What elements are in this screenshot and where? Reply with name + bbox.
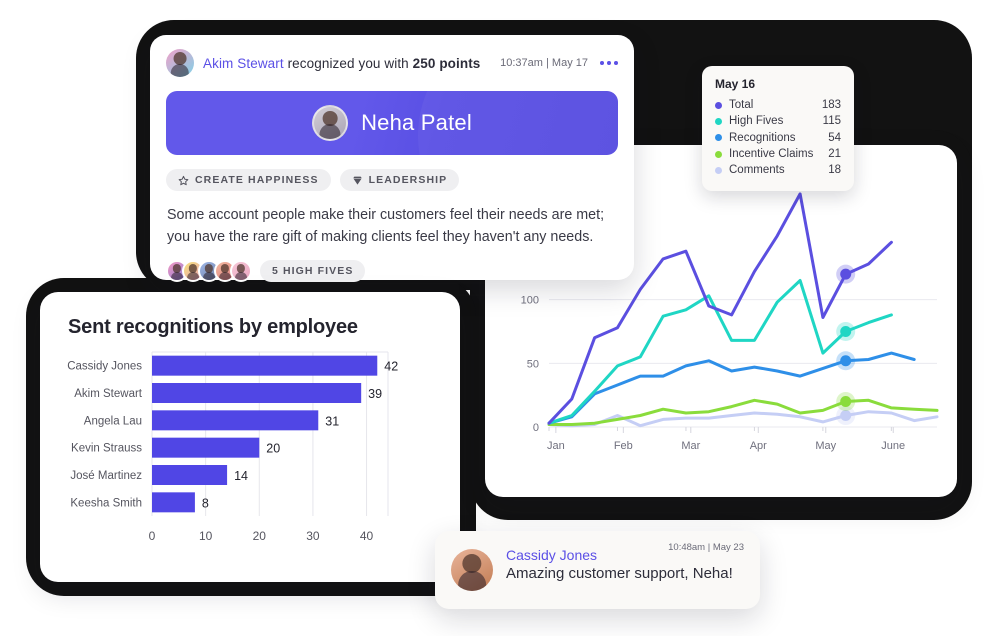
bar-chart-svg[interactable]: 0 10 20 30 40 Cassidy Jones 42 Akim Stewart 39 An… (40, 344, 460, 574)
avatar-sender[interactable] (166, 49, 194, 77)
high-fives-chip[interactable]: 5 HIGH FIVES (260, 260, 366, 283)
x-axis-tick-label: Mar (681, 440, 700, 452)
x-axis-tick-label: Jan (547, 440, 565, 452)
data-point-marker[interactable] (840, 355, 852, 367)
bar-chart-title: Sent recognitions by employee (68, 316, 358, 338)
recipient-name: Neha Patel (361, 110, 472, 135)
recognition-tag[interactable]: LEADERSHIP (339, 169, 460, 191)
tooltip-row: Comments 18 (715, 162, 841, 178)
comment-text: Amazing customer support, Neha! (506, 565, 733, 582)
legend-dot-icon (715, 150, 722, 158)
tooltip-title: May 16 (715, 77, 756, 91)
data-point-marker[interactable] (840, 396, 852, 408)
recognition-tag-label: LEADERSHIP (368, 174, 448, 186)
recognition-tag-label: CREATE HAPPINESS (195, 174, 319, 186)
gem-icon (352, 175, 363, 186)
x-axis-tick-label: Feb (614, 440, 633, 452)
high-fives-row: 5 HIGH FIVES (150, 248, 634, 283)
tooltip-row: Incentive Claims 21 (715, 146, 841, 162)
tooltip-row-list: Total 183 High Fives 115 Recognitions 54 Incen… (715, 97, 841, 179)
y-axis-tick-label: 50 (527, 358, 539, 370)
legend-dot-icon (715, 101, 722, 109)
star-icon (178, 175, 189, 186)
tooltip-series-value: 18 (828, 164, 841, 177)
recognition-card: Akim Stewart recognized you with 250 poi… (150, 35, 634, 283)
x-axis-tick-label: Apr (750, 440, 767, 452)
recognition-header: Akim Stewart recognized you with 250 poi… (150, 35, 634, 83)
bar-value-label: 39 (368, 387, 382, 401)
tooltip-row: Recognitions 54 (715, 130, 841, 146)
legend-dot-icon (715, 166, 722, 174)
comment-card: Cassidy Jones Amazing customer support, … (435, 531, 760, 609)
chart-tooltip: May 16 Total 183 High Fives 115 Recognitions… (702, 66, 854, 191)
bar-rect[interactable] (152, 437, 260, 458)
data-point-marker[interactable] (840, 325, 852, 337)
tooltip-series-label: Total (729, 99, 754, 111)
x-axis-tick-label: May (815, 440, 836, 452)
bar-x-tick-label: 30 (306, 529, 320, 543)
headline-middle-text: recognized you with (283, 55, 413, 71)
tooltip-series-value: 21 (828, 147, 841, 160)
comment-inner: Cassidy Jones Amazing customer support, … (435, 531, 760, 609)
bar-x-tick-label: 40 (360, 529, 374, 543)
avatar-commenter[interactable] (451, 549, 493, 591)
bar-rect[interactable] (152, 355, 378, 376)
bar-rect[interactable] (152, 492, 195, 513)
bar-category-label: Angela Lau (84, 415, 142, 427)
bar-x-tick-label: 20 (253, 529, 267, 543)
tooltip-row: Total 183 (715, 97, 841, 113)
recognition-meta: 10:37am | May 17 (500, 57, 618, 69)
avatar-recipient[interactable] (312, 105, 349, 141)
bar-value-label: 20 (266, 442, 280, 456)
bar-rect[interactable] (152, 410, 319, 431)
tooltip-series-value: 54 (828, 131, 841, 144)
recognition-message: Some account people make their customers… (167, 207, 605, 246)
recognition-tag-list: CREATE HAPPINESS LEADERSHIP (150, 155, 634, 191)
more-horizontal-icon[interactable] (600, 61, 618, 65)
recognition-tag[interactable]: CREATE HAPPINESS (166, 169, 331, 191)
bar-value-label: 14 (234, 469, 248, 483)
bar-chart-card: Sent recognitions by employee 0 10 20 30 40 C… (40, 292, 460, 582)
bar-x-tick-label: 0 (149, 529, 156, 543)
bar-category-label: Keesha Smith (70, 497, 142, 509)
avatar-high-five[interactable] (230, 260, 252, 283)
tooltip-series-label: Comments (729, 164, 785, 177)
x-axis-tick-label: June (881, 440, 905, 452)
tooltip-row: High Fives 115 (715, 113, 841, 129)
bar-value-label: 42 (384, 360, 398, 374)
bar-rect[interactable] (152, 465, 228, 485)
y-axis-tick-label: 100 (521, 295, 539, 307)
legend-dot-icon (715, 134, 722, 142)
high-five-avatars[interactable] (166, 260, 252, 283)
bar-x-tick-label: 10 (199, 529, 213, 543)
bar-value-label: 8 (202, 496, 209, 510)
tooltip-series-value: 115 (822, 115, 841, 128)
tooltip-series-label: High Fives (729, 115, 784, 128)
bar-category-label: Cassidy Jones (67, 361, 142, 373)
bar-value-label: 31 (325, 414, 339, 428)
bar-category-label: Akim Stewart (74, 388, 143, 400)
points-value: 250 points (412, 55, 481, 71)
legend-dot-icon (715, 117, 722, 125)
comment-timestamp: 10:48am | May 23 (668, 542, 744, 553)
bar-rect[interactable] (152, 383, 362, 403)
y-axis-tick-label: 0 (533, 422, 539, 434)
recipient-banner: Neha Patel (166, 91, 618, 155)
screenshot-root: 0 50 100 Jan Feb Mar Apr May June May 16 Total 18… (0, 0, 1000, 636)
data-point-marker[interactable] (840, 268, 852, 280)
line-series-comments (547, 410, 939, 428)
bar-category-label: José Martinez (70, 470, 142, 482)
bar-category-label: Kevin Strauss (71, 443, 142, 455)
recognition-timestamp: 10:37am | May 17 (500, 57, 588, 69)
tooltip-series-value: 183 (821, 99, 841, 111)
recognition-headline: Akim Stewart recognized you with 250 poi… (203, 56, 480, 71)
tooltip-series-label: Incentive Claims (729, 147, 814, 160)
data-point-marker[interactable] (840, 410, 852, 422)
tooltip-series-label: Recognitions (729, 131, 796, 144)
sender-name[interactable]: Akim Stewart (203, 56, 284, 71)
